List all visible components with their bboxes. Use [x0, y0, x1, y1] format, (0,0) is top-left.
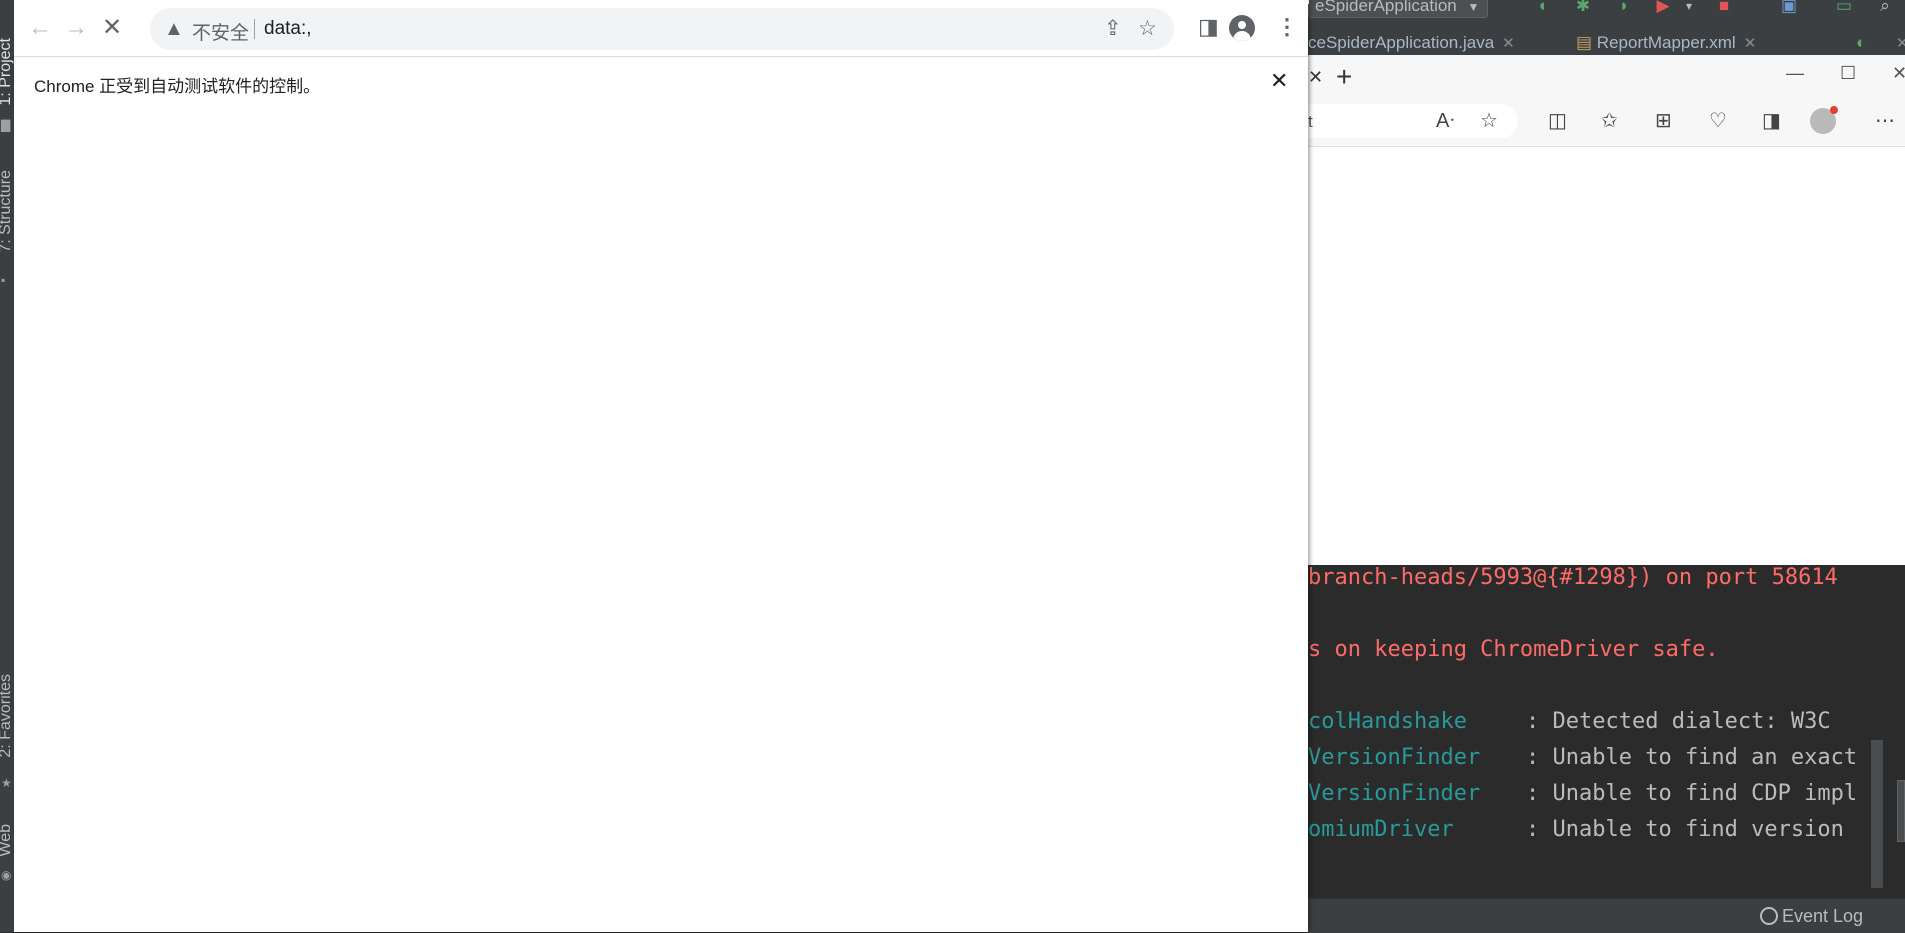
project-structure-icon[interactable]: ▣	[1780, 0, 1798, 14]
edge-address-text: t	[1308, 112, 1313, 131]
sidebar-icon[interactable]: ◨	[1762, 110, 1781, 132]
logger-name: VersionFinder	[1308, 781, 1481, 806]
address-separator	[254, 19, 255, 39]
edge-toolbar: t Aᐧ ☆ ◫ ✩ ⊞ ♡ ◨ ⋯	[1308, 98, 1905, 147]
infobar-message: Chrome 正受到自动测试软件的控制。	[34, 77, 321, 96]
console-line: VersionFinder : Unable to find an exact	[1308, 745, 1857, 770]
run-configuration-label: eSpiderApplication	[1315, 0, 1457, 15]
url-text[interactable]: data:,	[264, 18, 312, 40]
new-tab-plus-icon[interactable]: +	[1336, 61, 1352, 93]
log-message: : Unable to find CDP impl	[1526, 781, 1858, 806]
edge-browser-window: ✕ + — ☐ ✕ t Aᐧ ☆ ◫ ✩ ⊞ ♡ ◨ ⋯	[1308, 55, 1905, 565]
console-line: s on keeping ChromeDriver safe.	[1308, 637, 1719, 662]
console-line: colHandshake : Detected dialect: W3C	[1308, 709, 1831, 734]
xml-file-icon: ▤	[1576, 33, 1597, 52]
profile-icon[interactable]	[1810, 106, 1838, 134]
log-message: : Unable to find version	[1526, 817, 1844, 842]
edge-address-bar[interactable]: t Aᐧ ☆	[1308, 104, 1518, 138]
profile-run-icon[interactable]: ▶	[1654, 0, 1672, 14]
search-icon[interactable]: ⌕	[1876, 0, 1894, 14]
build-icon[interactable]: ◖	[1533, 0, 1551, 14]
warning-triangle-icon[interactable]: ▲	[164, 16, 184, 42]
share-icon[interactable]: ⇪	[1104, 17, 1122, 41]
menu-kebab-icon[interactable]: ⋮	[1276, 14, 1298, 40]
ide-status-bar: Event Log	[1308, 898, 1905, 933]
logger-name: VersionFinder	[1308, 745, 1481, 770]
split-screen-icon[interactable]: ◫	[1548, 110, 1567, 132]
log-message: : Unable to find an exact	[1526, 745, 1858, 770]
close-window-icon[interactable]: ✕	[1892, 63, 1905, 84]
tab-close-icon[interactable]: ✕	[1308, 67, 1323, 88]
event-log-button[interactable]: Event Log	[1760, 906, 1863, 927]
event-log-icon	[1760, 907, 1778, 925]
chrome-browser-window: ← → ✕ ▲ 不安全 data:, ⇪ ☆ ◨ ⋮ Chrome 正受到自动测…	[14, 0, 1309, 932]
close-icon[interactable]: ✕	[1744, 35, 1757, 52]
tool-tab-project[interactable]: 1: Project	[0, 38, 14, 106]
page-content[interactable]	[14, 110, 1308, 932]
editor-tab-bar: ceSpiderApplication.java ✕ ▤ ReportMapper…	[1308, 30, 1905, 55]
forward-arrow-icon[interactable]: →	[60, 12, 92, 44]
side-panel-icon[interactable]: ◨	[1198, 14, 1219, 40]
run-configuration-selector[interactable]: eSpiderApplication ▼	[1308, 0, 1489, 18]
run-console[interactable]: branch-heads/5993@{#1298}) on port 58614…	[1308, 565, 1905, 898]
editor-tab-label: ReportMapper.xml	[1596, 33, 1736, 52]
editor-tab[interactable]: ▤ ReportMapper.xml ✕	[1576, 33, 1756, 53]
close-icon[interactable]: ✕	[1502, 35, 1515, 52]
folder-icon: ▇	[1, 118, 11, 132]
browser-essentials-icon[interactable]: ♡	[1709, 110, 1727, 132]
profile-icon[interactable]	[1229, 15, 1255, 41]
tool-tab-web[interactable]: Web	[0, 824, 14, 857]
security-status-label[interactable]: 不安全	[192, 18, 249, 45]
console-line: branch-heads/5993@{#1298}) on port 58614	[1308, 565, 1838, 590]
structure-icon: ▪	[1, 273, 6, 287]
ide-left-toolstrip: 1: Project ▇ 7: Structure ▪ 2: Favorites…	[0, 0, 15, 932]
run-dropdown-icon[interactable]: ▾	[1680, 0, 1698, 14]
more-icon[interactable]: ⋯	[1875, 110, 1895, 132]
collections-icon[interactable]: ⊞	[1655, 110, 1672, 132]
minimize-icon[interactable]: —	[1786, 63, 1804, 84]
address-bar[interactable]: ▲ 不安全 data:, ⇪ ☆	[150, 8, 1174, 50]
console-line: VersionFinder : Unable to find CDP impl	[1308, 781, 1857, 806]
chrome-toolbar: ← → ✕ ▲ 不安全 data:, ⇪ ☆ ◨ ⋮	[14, 0, 1308, 56]
terminal-icon[interactable]: ▭	[1835, 0, 1853, 14]
logger-name: colHandshake	[1308, 709, 1467, 734]
log-message: : Detected dialect: W3C	[1526, 709, 1831, 734]
stop-icon[interactable]: ■	[1715, 0, 1733, 14]
favorite-star-icon[interactable]: ☆	[1480, 110, 1498, 132]
tool-tab-favorites[interactable]: 2: Favorites	[0, 674, 14, 758]
edge-titlebar: ✕ + — ☐ ✕	[1308, 55, 1905, 98]
stop-loading-icon[interactable]: ✕	[96, 12, 128, 44]
favorites-star-icon: ★	[1, 776, 12, 790]
close-icon[interactable]: ✕	[1270, 69, 1288, 93]
bookmark-star-icon[interactable]: ☆	[1138, 17, 1157, 41]
automation-infobar: Chrome 正受到自动测试软件的控制。 ✕	[14, 56, 1308, 111]
editor-tab[interactable]: ceSpiderApplication.java ✕	[1308, 33, 1515, 53]
chevron-down-icon: ▼	[1467, 0, 1480, 14]
console-side-marker	[1897, 780, 1905, 842]
close-icon[interactable]: ✕	[1888, 33, 1905, 53]
coverage-icon[interactable]: ◗	[1615, 0, 1633, 14]
back-arrow-icon[interactable]: ←	[24, 12, 56, 44]
console-scrollbar[interactable]	[1871, 740, 1883, 888]
java-file-icon[interactable]: ◐	[1856, 33, 1866, 53]
debug-bug-icon[interactable]: ✱	[1574, 0, 1592, 14]
console-line: omiumDriver : Unable to find version	[1308, 817, 1844, 842]
event-log-label: Event Log	[1782, 906, 1864, 926]
favorites-icon[interactable]: ✩	[1601, 110, 1618, 132]
logger-name: omiumDriver	[1308, 817, 1454, 842]
tool-tab-structure[interactable]: 7: Structure	[0, 170, 14, 253]
notification-dot	[1830, 106, 1838, 114]
editor-tab-label: ceSpiderApplication.java	[1308, 33, 1495, 52]
read-aloud-icon[interactable]: Aᐧ	[1436, 110, 1454, 132]
maximize-icon[interactable]: ☐	[1840, 63, 1856, 84]
web-globe-icon: ◉	[1, 868, 12, 882]
